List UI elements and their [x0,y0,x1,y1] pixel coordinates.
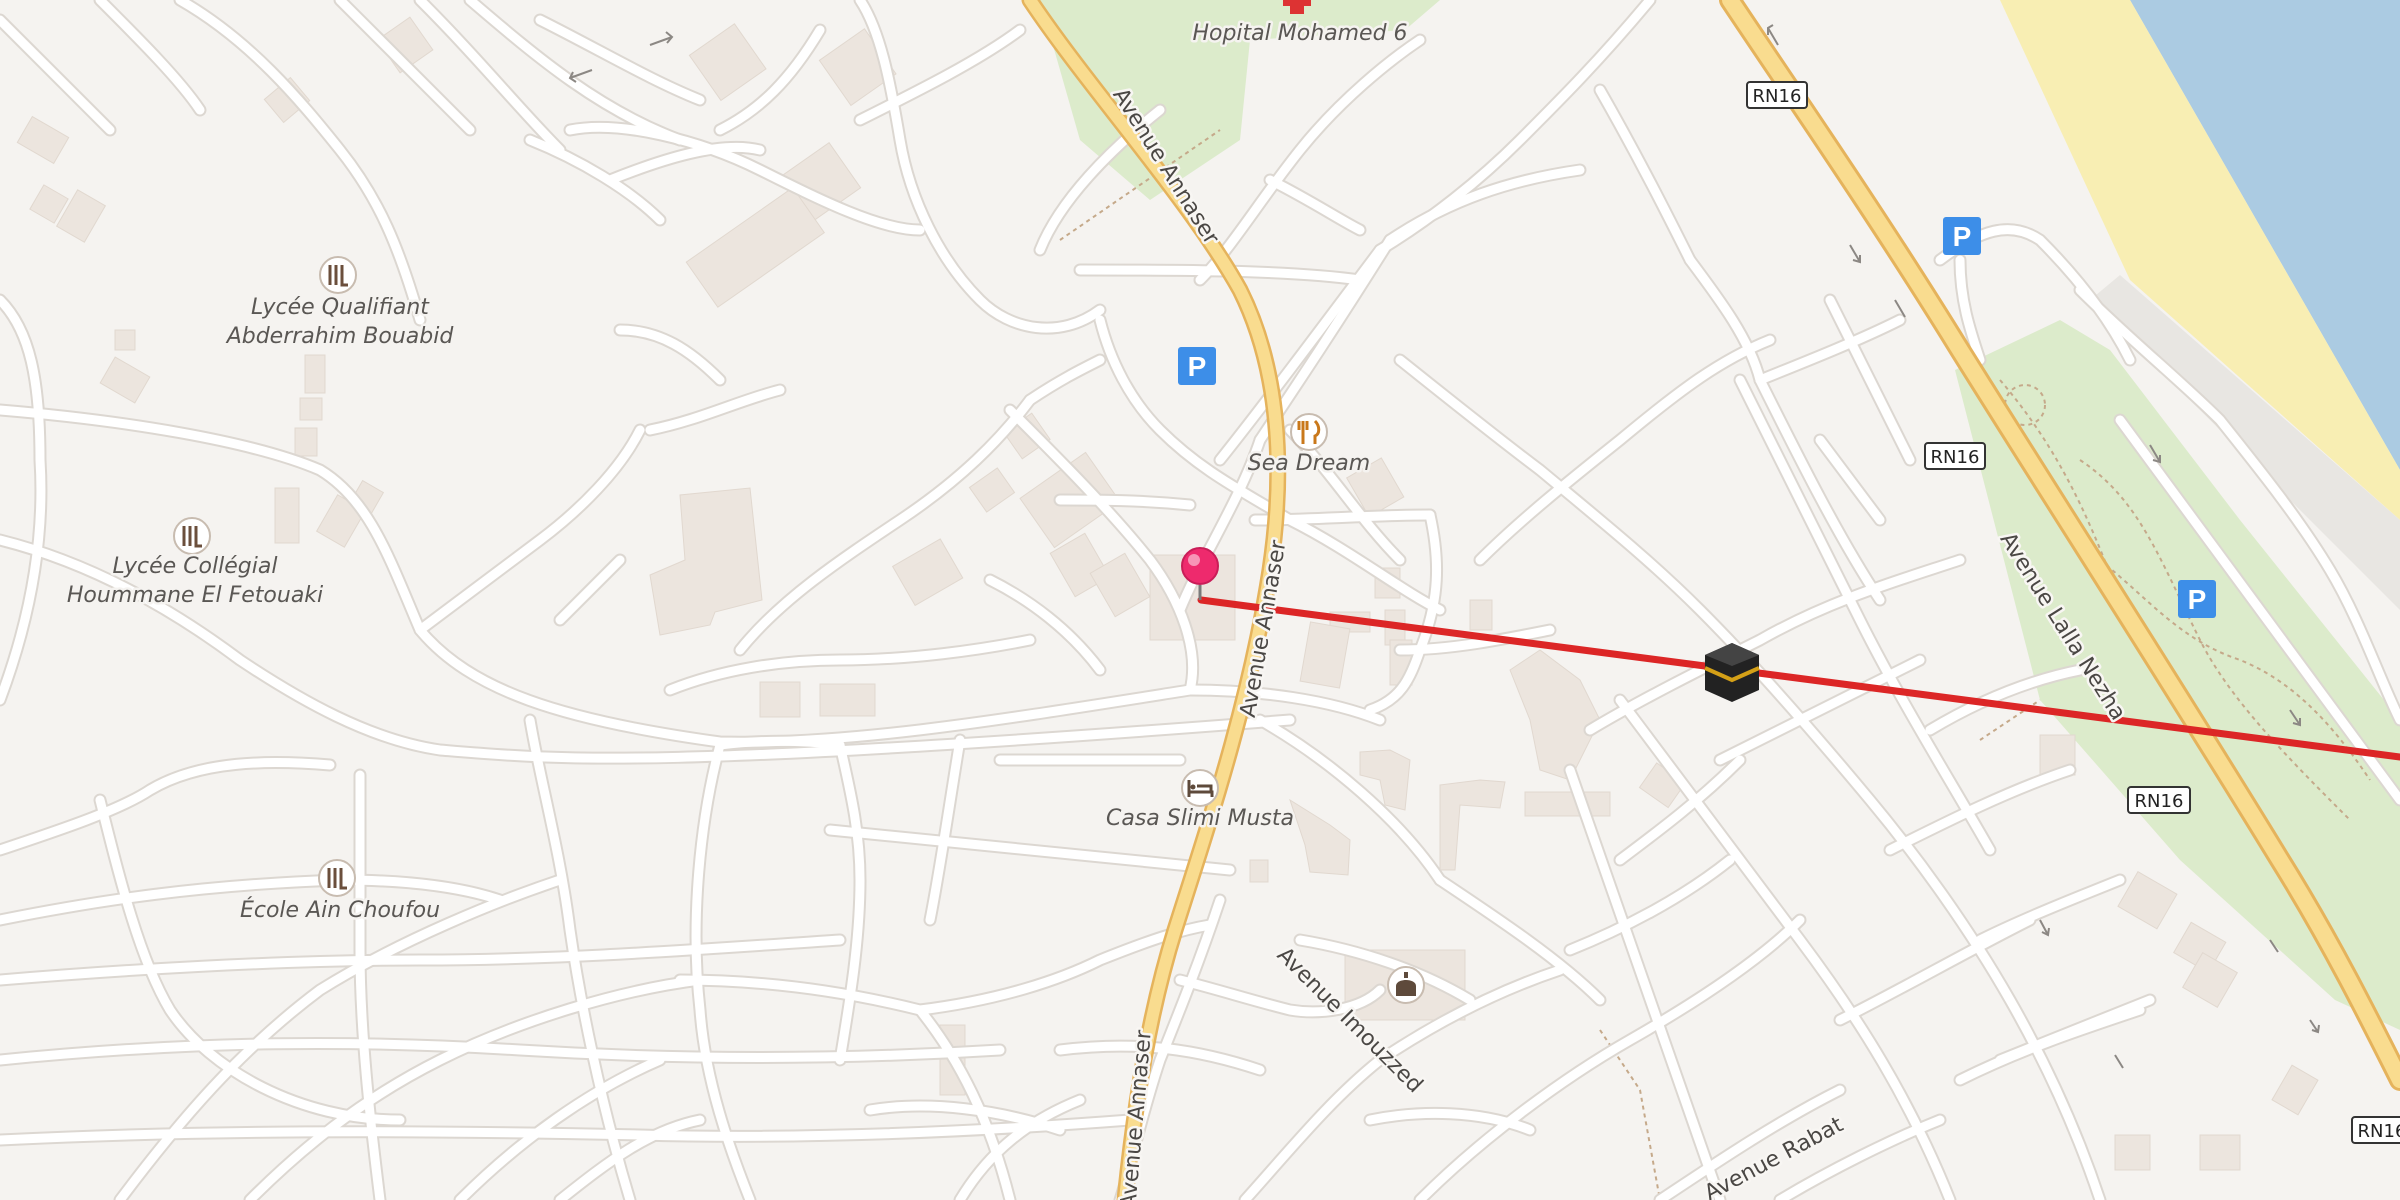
map-view[interactable]: P P P RN16 RN16 RN16 RN16 Hopital Mohame… [0,0,2400,1200]
parking-label: P [1188,351,1207,382]
school-label[interactable]: École Ain Choufou [237,895,442,926]
svg-text:RN16: RN16 [2135,791,2184,812]
school-label[interactable]: Lycée Qualifiant [249,293,433,323]
road-shield: RN16 [1924,442,1986,470]
road-shield: RN16 [2351,1116,2400,1144]
map-canvas[interactable]: P P P RN16 RN16 RN16 RN16 Hopital Mohame… [0,0,2400,1200]
svg-text:RN16: RN16 [1753,86,1802,107]
kaaba-qibla-icon [1704,643,1760,702]
school-icon [173,517,211,555]
school-label[interactable]: Lycée Collégial [110,552,280,582]
school-label[interactable]: Abderrahim Bouabid [222,322,457,352]
parking-icon: P [1943,217,1981,255]
school-icon [319,256,357,294]
school-icon [318,859,356,897]
parking-icon: P [2178,580,2216,618]
hotel-bed-icon [1181,769,1219,807]
restaurant-label[interactable]: Sea Dream [1245,449,1372,479]
hospital-label[interactable]: Hopital Mohamed 6 [1190,19,1410,49]
school-label[interactable]: Hoummane El Fetouaki [64,581,325,611]
mosque-icon [1387,966,1425,1004]
road-shield: RN16 [1746,81,1808,109]
restaurant-icon [1290,413,1328,451]
hotel-label[interactable]: Casa Slimi Musta [1104,804,1297,834]
parking-icon: P [1178,347,1216,385]
svg-text:RN16: RN16 [2358,1121,2400,1142]
svg-text:RN16: RN16 [1931,447,1980,468]
parking-label: P [2188,584,2207,615]
parking-label: P [1953,221,1972,252]
road-shield: RN16 [2127,786,2191,814]
